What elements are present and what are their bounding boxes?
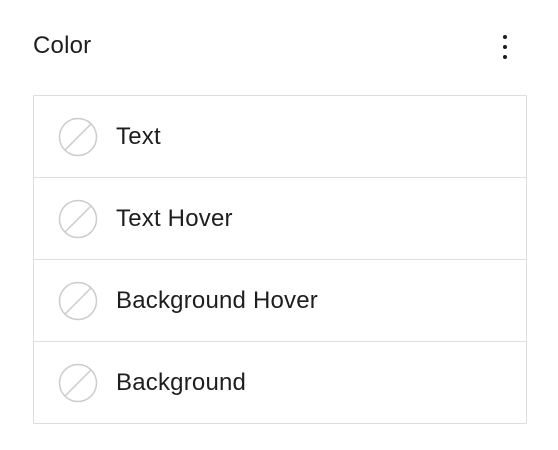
color-item-label: Background — [116, 368, 247, 396]
color-item-label: Text — [116, 122, 161, 150]
color-item-background[interactable]: Background — [34, 342, 526, 423]
color-item-label: Text Hover — [116, 204, 233, 232]
color-item-background-hover[interactable]: Background Hover — [34, 260, 526, 342]
color-item-label: Background Hover — [116, 286, 318, 314]
color-settings-list: Text Text Hover Background Hover Backgro… — [33, 95, 527, 424]
no-color-icon — [58, 281, 98, 320]
color-item-text[interactable]: Text — [34, 96, 526, 178]
panel-title: Color — [33, 32, 92, 59]
color-item-text-hover[interactable]: Text Hover — [34, 178, 526, 260]
more-vertical-icon[interactable] — [491, 28, 519, 66]
no-color-icon — [58, 199, 98, 238]
no-color-icon — [58, 363, 98, 402]
color-panel-header: Color — [33, 22, 527, 72]
no-color-icon — [58, 117, 98, 156]
